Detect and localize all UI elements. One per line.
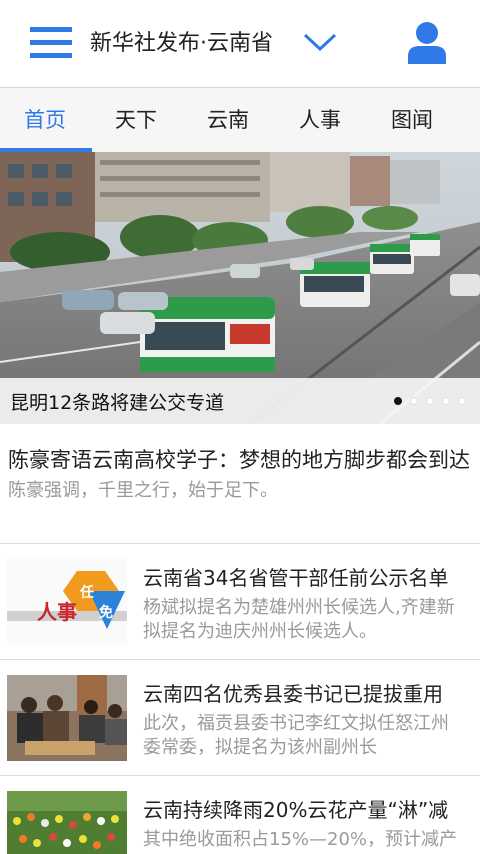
app-title[interactable]: 新华社发布·云南省 [90,28,273,60]
news-summary: 杨斌拟提名为楚雄州州长候选人,齐建新拟提名为迪庆州州长候选人。 [143,597,455,642]
headline-carousel[interactable]: 昆明12条路将建公交专道 [0,152,480,424]
thumb-label-dismiss: 免 [99,604,113,620]
thumb-label-personnel: 人事 [37,600,77,624]
lead-article-title[interactable]: 陈豪寄语云南高校学子：梦想的地方脚步都会到达 [8,444,472,474]
news-thumbnail: 人事 任 免 [7,559,127,645]
lead-article-summary: 陈豪强调，千里之行，始于足下。 [8,480,278,501]
carousel-dot[interactable] [442,397,450,405]
list-item[interactable]: 云南持续降雨20%云花产量“淋”减 其中绝收面积占15%—20%，预计减产 [0,776,480,854]
tab-home[interactable]: 首页 [0,88,90,152]
carousel-dots [386,397,466,405]
thumb-label-appoint: 任 [79,584,94,600]
news-thumbnail [7,675,127,761]
tab-yunnan[interactable]: 云南 [183,88,273,152]
chevron-down-icon[interactable] [302,30,338,54]
tab-personnel[interactable]: 人事 [275,88,365,152]
news-title[interactable]: 云南省34名省管干部任前公示名单 [143,562,465,591]
list-item[interactable]: 云南四名优秀县委书记已提拔重用 此次，福贡县委书记李红文拟任怒江州委常委，拟提名… [0,660,480,776]
lead-article[interactable]: 陈豪寄语云南高校学子：梦想的地方脚步都会到达 陈豪强调，千里之行，始于足下。 [0,424,480,544]
carousel-dot[interactable] [410,397,418,405]
news-title[interactable]: 云南持续降雨20%云花产量“淋”减 [143,794,465,823]
carousel-dot[interactable] [394,397,402,405]
list-item[interactable]: 人事 任 免 云南省34名省管干部任前公示名单 杨斌拟提名为楚雄州州长候选人,齐… [0,544,480,660]
tab-photo-news[interactable]: 图闻 [367,88,457,152]
category-tabs: 首页 天下 云南 人事 图闻 [0,88,480,152]
news-thumbnail [7,791,127,854]
news-summary: 其中绝收面积占15%—20%，预计减产 [143,829,458,850]
banner-caption[interactable]: 昆明12条路将建公交专道 [10,388,224,415]
tab-world[interactable]: 天下 [91,88,181,152]
top-app-bar: 新华社发布·云南省 [0,0,480,88]
carousel-dot[interactable] [426,397,434,405]
carousel-dot[interactable] [458,397,466,405]
hamburger-menu-icon[interactable] [30,27,72,59]
user-profile-icon[interactable] [406,20,448,64]
news-summary: 此次，福贡县委书记李红文拟任怒江州委常委，拟提名为该州副州长 [143,713,449,758]
banner-caption-bar: 昆明12条路将建公交专道 [0,378,480,424]
news-title[interactable]: 云南四名优秀县委书记已提拔重用 [143,678,465,707]
